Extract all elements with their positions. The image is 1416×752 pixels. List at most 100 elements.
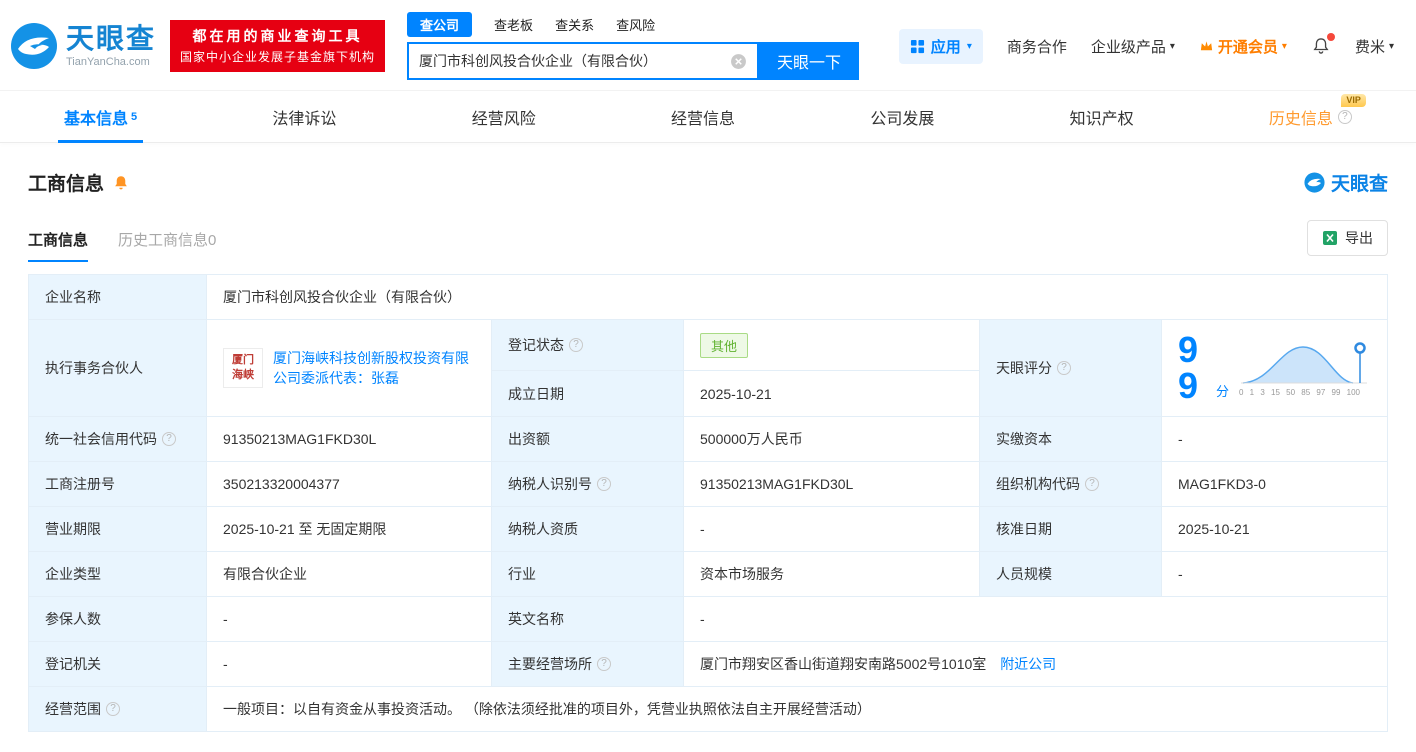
excel-icon	[1322, 230, 1338, 246]
tab-intellectual-property[interactable]: 知识产权	[1070, 91, 1134, 143]
help-icon[interactable]: ?	[569, 338, 583, 352]
search-tab-relation[interactable]: 查关系	[555, 15, 594, 34]
table-row: 企业名称 厦门市科创风投合伙企业（有限合伙）	[29, 275, 1388, 320]
table-row: 营业期限 2025-10-21 至 无固定期限 纳税人资质 - 核准日期 202…	[29, 507, 1388, 552]
help-icon[interactable]: ?	[597, 477, 611, 491]
approval-date-value: 2025-10-21	[1162, 507, 1388, 552]
reg-number-value: 350213320004377	[207, 462, 492, 507]
section-watermark-logo: 天眼查	[1304, 169, 1388, 196]
tianyancha-logo-icon	[10, 22, 58, 70]
executive-partner-value: 厦门 海峡 厦门海峡科技创新股权投资有限公司委派代表：张磊	[207, 320, 492, 417]
export-label: 导出	[1345, 228, 1373, 248]
address-label: 主要经营场所?	[492, 642, 684, 687]
help-icon[interactable]: ?	[162, 432, 176, 446]
score-number: 99	[1178, 332, 1206, 404]
tab-business-info[interactable]: 经营信息	[671, 91, 735, 143]
business-scope-label: 经营范围?	[29, 687, 207, 732]
search-button[interactable]: 天眼一下	[759, 42, 859, 80]
search-tab-boss[interactable]: 查老板	[494, 15, 533, 34]
establish-date-value: 2025-10-21	[684, 371, 980, 417]
address-text: 厦门市翔安区香山街道翔安南路5002号1010室	[700, 656, 986, 672]
search-box: 天眼一下	[407, 42, 859, 80]
clear-icon[interactable]	[730, 53, 747, 70]
insured-count-value: -	[207, 597, 492, 642]
table-row: 统一社会信用代码? 91350213MAG1FKD30L 出资额 500000万…	[29, 417, 1388, 462]
caret-down-icon: ▾	[1389, 42, 1394, 52]
registration-status-value: 其他	[684, 320, 980, 371]
nav-enterprise-products[interactable]: 企业级产品 ▾	[1091, 36, 1175, 57]
table-row: 执行事务合伙人 厦门 海峡 厦门海峡科技创新股权投资有限公司委派代表：张磊 登记…	[29, 320, 1388, 371]
export-button[interactable]: 导出	[1307, 220, 1388, 256]
user-menu[interactable]: 费米 ▾	[1355, 36, 1394, 57]
table-row: 企业类型 有限合伙企业 行业 资本市场服务 人员规模 -	[29, 552, 1388, 597]
help-icon[interactable]: ?	[1338, 110, 1352, 124]
tab-legal-proceedings[interactable]: 法律诉讼	[272, 91, 336, 143]
caret-down-icon: ▾	[967, 42, 972, 52]
address-value: 厦门市翔安区香山街道翔安南路5002号1010室 附近公司	[684, 642, 1388, 687]
subtab-business-info[interactable]: 工商信息	[28, 229, 88, 262]
business-info-table: 企业名称 厦门市科创风投合伙企业（有限合伙） 执行事务合伙人 厦门 海峡 厦门海…	[28, 274, 1388, 732]
credit-code-value: 91350213MAG1FKD30L	[207, 417, 492, 462]
search-tab-company[interactable]: 查公司	[407, 12, 472, 37]
tab-basic-info[interactable]: 基本信息5	[64, 91, 137, 143]
partner-logo: 厦门 海峡	[223, 348, 263, 388]
executive-partner-label: 执行事务合伙人	[29, 320, 207, 417]
insured-count-label: 参保人数	[29, 597, 207, 642]
org-code-label: 组织机构代码?	[980, 462, 1162, 507]
staff-size-label: 人员规模	[980, 552, 1162, 597]
table-row: 参保人数 - 英文名称 -	[29, 597, 1388, 642]
taxpayer-id-label: 纳税人识别号?	[492, 462, 684, 507]
slogan-line1: 都在用的商业查询工具	[180, 26, 375, 48]
partner-person-link[interactable]: 张磊	[371, 370, 399, 386]
help-icon[interactable]: ?	[106, 702, 120, 716]
slogan-banner: 都在用的商业查询工具 国家中小企业发展子基金旗下机构	[170, 20, 385, 72]
nav-open-vip[interactable]: 开通会员 ▾	[1199, 36, 1287, 57]
nav-cooperation[interactable]: 商务合作	[1007, 36, 1067, 57]
apps-label: 应用	[931, 36, 961, 57]
content: 工商信息 天眼查 工商信息 历史工商信息0 导出	[0, 169, 1416, 752]
notifications-bell[interactable]	[1311, 36, 1331, 56]
partner-logo-line2: 海峡	[232, 368, 254, 383]
tab-basic-info-label: 基本信息	[64, 105, 128, 129]
table-row: 登记机关 - 主要经营场所? 厦门市翔安区香山街道翔安南路5002号1010室 …	[29, 642, 1388, 687]
search-tabs: 查公司 查老板 查关系 查风险	[407, 12, 859, 36]
english-name-label: 英文名称	[492, 597, 684, 642]
brand-text: 天眼查 TianYanCha.com	[66, 25, 156, 68]
section-watermark-text: 天眼查	[1331, 169, 1388, 196]
table-row: 工商注册号 350213320004377 纳税人识别号? 91350213MA…	[29, 462, 1388, 507]
registration-status-label: 登记状态?	[492, 320, 684, 371]
tianyancha-mini-icon	[1304, 172, 1325, 193]
search-input[interactable]	[419, 53, 722, 69]
notification-dot	[1327, 33, 1335, 41]
vip-badge: VIP	[1341, 94, 1366, 108]
approval-date-label: 核准日期	[980, 507, 1162, 552]
help-icon[interactable]: ?	[1085, 477, 1099, 491]
tab-history-info[interactable]: VIP 历史信息 ?	[1269, 91, 1352, 143]
business-scope-value: 一般项目：以自有资金从事投资活动。 （除依法须经批准的项目外，凭营业执照依法自主…	[207, 687, 1388, 732]
nearby-companies-link[interactable]: 附近公司	[1000, 656, 1056, 672]
company-type-value: 有限合伙企业	[207, 552, 492, 597]
tab-business-risk[interactable]: 经营风险	[472, 91, 536, 143]
top-nav: 应用 ▾ 商务合作 企业级产品 ▾ 开通会员 ▾ 费米 ▾	[899, 29, 1398, 64]
score-axis-labels: 0 1 3 15 50 85 97 99 100	[1239, 388, 1371, 397]
subtab-history-business-info[interactable]: 历史工商信息0	[118, 229, 216, 262]
help-icon[interactable]: ?	[1057, 361, 1071, 375]
search-input-wrap	[407, 42, 759, 80]
search-tab-risk[interactable]: 查风险	[616, 15, 655, 34]
capital-value: 500000万人民币	[684, 417, 980, 462]
subscribe-bell-icon[interactable]	[112, 174, 130, 192]
taxpayer-quality-value: -	[684, 507, 980, 552]
section-title: 工商信息	[28, 169, 104, 196]
company-type-label: 企业类型	[29, 552, 207, 597]
section-header: 工商信息 天眼查	[28, 169, 1388, 196]
taxpayer-quality-label: 纳税人资质	[492, 507, 684, 552]
reg-number-label: 工商注册号	[29, 462, 207, 507]
brand-domain: TianYanCha.com	[66, 56, 156, 68]
help-icon[interactable]: ?	[597, 657, 611, 671]
business-term-label: 营业期限	[29, 507, 207, 552]
capital-label: 出资额	[492, 417, 684, 462]
apps-menu[interactable]: 应用 ▾	[899, 29, 983, 64]
tianyancha-logo[interactable]: 天眼查 TianYanCha.com	[10, 22, 156, 70]
tab-company-development[interactable]: 公司发展	[870, 91, 934, 143]
paid-capital-value: -	[1162, 417, 1388, 462]
